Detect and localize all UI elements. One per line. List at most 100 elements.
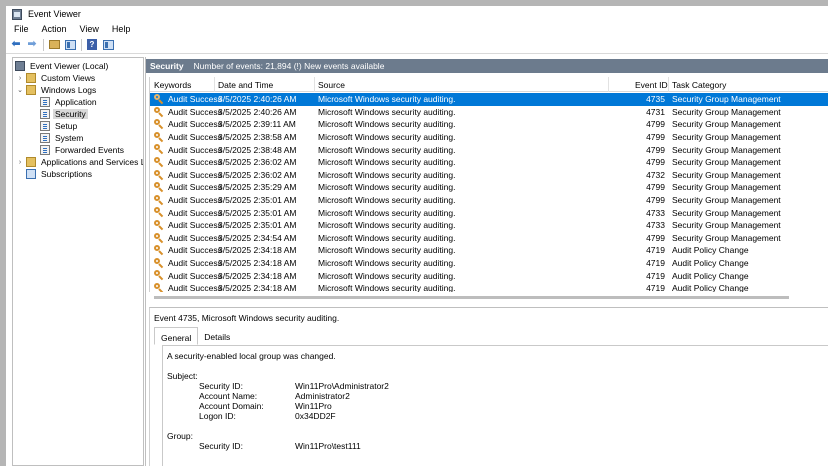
- expand-chevron-icon[interactable]: ›: [16, 159, 24, 166]
- cell-event-id: 4799: [646, 132, 665, 143]
- column-separator[interactable]: [214, 77, 215, 92]
- audit-key-icon: [154, 232, 164, 243]
- help-icon[interactable]: ?: [86, 39, 98, 51]
- tree-item-windows-logs[interactable]: ⌄ Windows Logs: [16, 84, 98, 96]
- tree-item-custom-views[interactable]: › Custom Views: [16, 72, 97, 84]
- folder-up-icon[interactable]: [48, 39, 60, 51]
- subject-account-name-label: Account Name:: [199, 391, 258, 401]
- table-row[interactable]: Audit Success 3/5/2025 2:38:48 AM Microsof…: [150, 143, 828, 156]
- cell-task-category: Security Group Management: [672, 207, 781, 218]
- column-header-source[interactable]: Source: [318, 80, 345, 90]
- cell-task-category: Security Group Management: [672, 232, 781, 243]
- audit-key-icon: [154, 220, 164, 231]
- cell-source: Microsoft Windows security auditing.: [318, 258, 456, 269]
- tree-item-application[interactable]: Application: [40, 96, 99, 108]
- tab-general[interactable]: General: [154, 327, 199, 345]
- subject-logon-id-value: 0x34DD2F: [295, 411, 336, 421]
- table-row[interactable]: Audit Success 3/5/2025 2:35:01 AM Microsof…: [150, 219, 828, 232]
- table-row[interactable]: Audit Success 3/5/2025 2:40:26 AM Microsof…: [150, 93, 828, 106]
- table-row[interactable]: Audit Success 3/5/2025 2:35:01 AM Microsof…: [150, 194, 828, 207]
- table-row[interactable]: Audit Success 3/5/2025 2:34:18 AM Microsof…: [150, 257, 828, 270]
- collapse-chevron-icon[interactable]: ⌄: [16, 86, 24, 94]
- cell-task-category: Security Group Management: [672, 157, 781, 168]
- menu-action[interactable]: Action: [37, 24, 72, 34]
- column-header-date-time[interactable]: Date and Time: [218, 80, 273, 90]
- tree-item-label: Custom Views: [41, 73, 96, 83]
- table-row[interactable]: Audit Success 3/5/2025 2:36:02 AM Microsof…: [150, 169, 828, 182]
- column-separator[interactable]: [314, 77, 315, 92]
- column-header-keywords[interactable]: Keywords: [154, 80, 191, 90]
- subject-security-id-value: Win11Pro\Administrator2: [295, 381, 389, 391]
- pane-header: Security Number of events: 21,894 (!) Ne…: [146, 59, 828, 73]
- cell-keywords: Audit Success: [168, 195, 222, 206]
- table-row[interactable]: Audit Success 3/5/2025 2:34:18 AM Microsof…: [150, 269, 828, 282]
- cell-source: Microsoft Windows security auditing.: [318, 94, 456, 105]
- audit-key-icon: [154, 144, 164, 155]
- cell-task-category: Audit Policy Change: [672, 258, 749, 269]
- event-detail-pane: Event 4735, Microsoft Windows security a…: [149, 307, 828, 466]
- tree-item-subscriptions[interactable]: Subscriptions: [26, 168, 94, 180]
- column-separator[interactable]: [608, 77, 609, 92]
- cell-event-id: 4799: [646, 182, 665, 193]
- tree-item-system[interactable]: System: [40, 132, 85, 144]
- tree-item-security[interactable]: Security: [40, 108, 88, 120]
- cell-task-category: Audit Policy Change: [672, 283, 749, 292]
- forward-arrow-icon[interactable]: ➡: [26, 39, 38, 51]
- show-hide-action-pane-icon[interactable]: [102, 39, 114, 51]
- detail-title: Event 4735, Microsoft Windows security a…: [154, 313, 340, 323]
- subject-security-id-label: Security ID:: [199, 381, 243, 391]
- tree-item-label: System: [55, 133, 84, 143]
- expand-chevron-icon[interactable]: ›: [16, 75, 24, 82]
- cell-event-id: 4733: [646, 220, 665, 231]
- show-hide-tree-icon[interactable]: [64, 39, 76, 51]
- menu-help[interactable]: Help: [107, 24, 136, 34]
- table-row[interactable]: Audit Success 3/5/2025 2:35:29 AM Microsof…: [150, 181, 828, 194]
- table-row[interactable]: Audit Success 3/5/2025 2:34:18 AM Microsof…: [150, 282, 828, 292]
- cell-date-time: 3/5/2025 2:40:26 AM: [218, 94, 297, 105]
- cell-keywords: Audit Success: [168, 132, 222, 143]
- tab-details[interactable]: Details: [198, 327, 236, 345]
- cell-source: Microsoft Windows security auditing.: [318, 195, 456, 206]
- tree-item-label: Security: [53, 109, 88, 119]
- cell-source: Microsoft Windows security auditing.: [318, 270, 456, 281]
- cell-source: Microsoft Windows security auditing.: [318, 220, 456, 231]
- tree-item-applications-and-services[interactable]: › Applications and Services Lo: [16, 156, 144, 168]
- table-row[interactable]: Audit Success 3/5/2025 2:34:54 AM Microsof…: [150, 232, 828, 245]
- table-row[interactable]: Audit Success 3/5/2025 2:36:02 AM Microsof…: [150, 156, 828, 169]
- table-row[interactable]: Audit Success 3/5/2025 2:40:26 AM Microsof…: [150, 106, 828, 119]
- table-row[interactable]: Audit Success 3/5/2025 2:34:18 AM Microsof…: [150, 244, 828, 257]
- cell-source: Microsoft Windows security auditing.: [318, 182, 456, 193]
- menu-file[interactable]: File: [9, 24, 34, 34]
- column-header-event-id[interactable]: Event ID: [635, 80, 668, 90]
- tree-item-event-viewer-local[interactable]: Event Viewer (Local): [15, 60, 110, 72]
- cell-keywords: Audit Success: [168, 106, 222, 117]
- folder-icon: [26, 85, 36, 95]
- back-arrow-icon[interactable]: ⬅: [10, 39, 22, 51]
- tree-item-forwarded-events[interactable]: Forwarded Events: [40, 144, 126, 156]
- table-row[interactable]: Audit Success 3/5/2025 2:35:01 AM Microsof…: [150, 206, 828, 219]
- cell-event-id: 4799: [646, 119, 665, 130]
- tree-item-label: Application: [55, 97, 97, 107]
- cell-date-time: 3/5/2025 2:38:48 AM: [218, 144, 297, 155]
- cell-keywords: Audit Success: [168, 144, 222, 155]
- cell-event-id: 4799: [646, 195, 665, 206]
- window-frame-left: [0, 0, 6, 466]
- table-row[interactable]: Audit Success 3/5/2025 2:39:11 AM Microsof…: [150, 118, 828, 131]
- tree-item-label: Subscriptions: [41, 169, 93, 179]
- tree-item-label: Applications and Services Lo: [41, 157, 144, 167]
- subscriptions-icon: [26, 169, 36, 179]
- cell-date-time: 3/5/2025 2:40:26 AM: [218, 106, 297, 117]
- cell-source: Microsoft Windows security auditing.: [318, 119, 456, 130]
- column-separator[interactable]: [668, 77, 669, 92]
- tree-item-setup[interactable]: Setup: [40, 120, 79, 132]
- content-pane: Security Number of events: 21,894 (!) Ne…: [145, 57, 828, 466]
- table-row[interactable]: Audit Success 3/5/2025 2:38:58 AM Microsof…: [150, 131, 828, 144]
- subject-logon-id-label: Logon ID:: [199, 411, 236, 421]
- navigation-tree: Event Viewer (Local) › Custom Views ⌄ Wi…: [12, 57, 144, 466]
- toolbar-separator: [43, 38, 44, 51]
- audit-key-icon: [154, 270, 164, 281]
- column-header-task-category[interactable]: Task Category: [672, 80, 726, 90]
- cell-event-id: 4733: [646, 207, 665, 218]
- menu-view[interactable]: View: [75, 24, 104, 34]
- horizontal-scrollbar[interactable]: [154, 296, 789, 299]
